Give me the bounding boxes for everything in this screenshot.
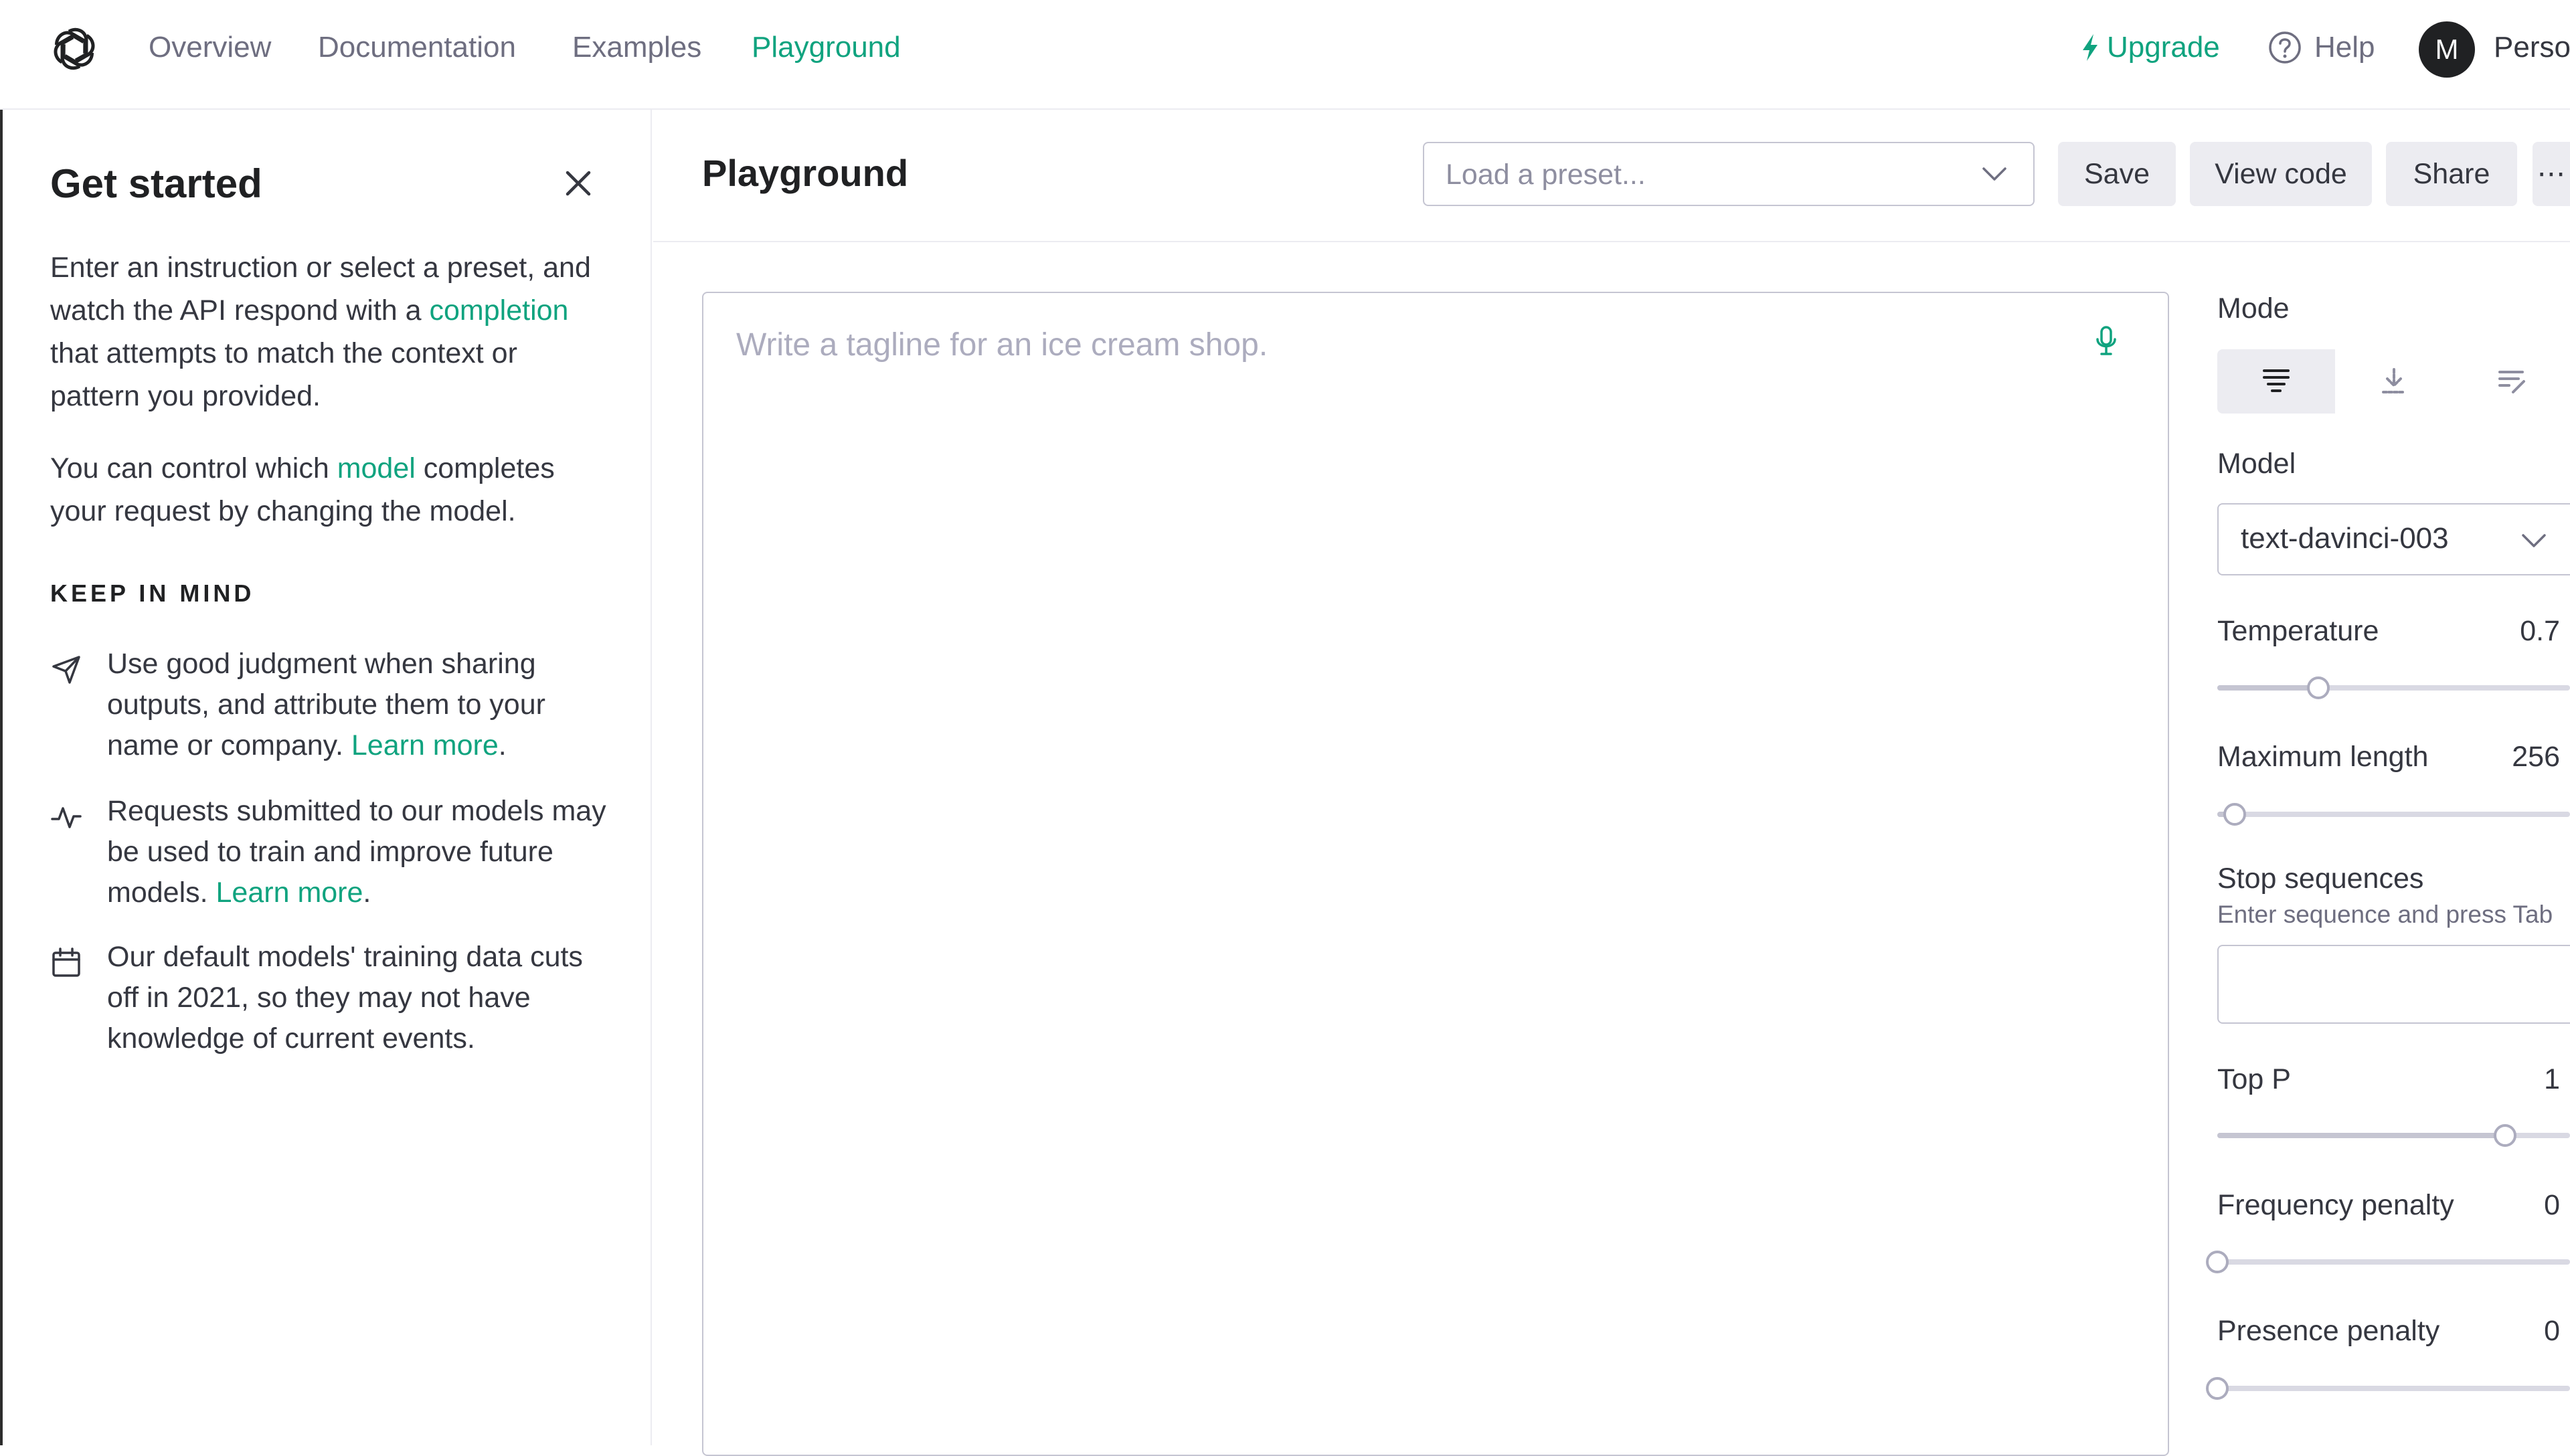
model-paragraph: You can control which model completes yo… bbox=[50, 447, 606, 533]
learn-more-link[interactable]: Learn more bbox=[216, 877, 363, 909]
completion-link[interactable]: completion bbox=[430, 294, 569, 327]
tip-sharing: Use good judgment when sharing outputs, … bbox=[107, 644, 616, 766]
nav-examples[interactable]: Examples bbox=[572, 29, 701, 66]
frequency-penalty-slider[interactable] bbox=[2217, 1259, 2570, 1265]
maximum-length-value[interactable]: 256 bbox=[2476, 739, 2560, 775]
nav-overview[interactable]: Overview bbox=[149, 29, 271, 66]
mode-label: Mode bbox=[2217, 292, 2290, 325]
maximum-length-slider[interactable] bbox=[2217, 812, 2570, 817]
get-started-title: Get started bbox=[50, 161, 262, 206]
frequency-penalty-label: Frequency penalty bbox=[2217, 1189, 2454, 1221]
prompt-textarea[interactable] bbox=[702, 292, 2169, 1456]
share-button[interactable]: Share bbox=[2386, 142, 2517, 206]
chevron-down-icon bbox=[1981, 163, 2008, 183]
presence-penalty-slider[interactable] bbox=[2217, 1386, 2570, 1391]
model-label: Model bbox=[2217, 448, 2296, 480]
activity-icon bbox=[50, 800, 83, 834]
help-label: Help bbox=[2314, 31, 2375, 64]
avatar[interactable]: M bbox=[2419, 21, 2475, 78]
learn-more-link[interactable]: Learn more bbox=[351, 729, 499, 761]
upgrade-label: Upgrade bbox=[2107, 31, 2220, 64]
page-title: Playground bbox=[702, 152, 909, 194]
stop-sequences-input[interactable] bbox=[2217, 945, 2570, 1024]
insert-mode-icon bbox=[2378, 365, 2410, 397]
presence-penalty-label: Presence penalty bbox=[2217, 1315, 2440, 1347]
model-text: You can control which bbox=[50, 452, 337, 484]
save-button[interactable]: Save bbox=[2058, 142, 2176, 206]
microphone-icon[interactable] bbox=[2093, 325, 2120, 358]
prompt-placeholder: Write a tagline for an ice cream shop. bbox=[736, 327, 1268, 363]
preset-placeholder: Load a preset... bbox=[1446, 159, 1646, 191]
tip-suffix: . bbox=[498, 729, 507, 761]
keep-in-mind-heading: KEEP IN MIND bbox=[50, 579, 255, 607]
frequency-penalty-slider-thumb[interactable] bbox=[2206, 1251, 2229, 1273]
intro-text-end: that attempts to match the context or pa… bbox=[50, 337, 517, 412]
send-icon bbox=[50, 653, 83, 687]
stop-sequences-hint: Enter sequence and press Tab bbox=[2217, 901, 2553, 928]
temperature-label: Temperature bbox=[2217, 615, 2379, 647]
header-divider bbox=[653, 241, 2570, 242]
help-circle-icon bbox=[2269, 31, 2301, 64]
help-button[interactable]: Help bbox=[2267, 29, 2375, 66]
nav-documentation[interactable]: Documentation bbox=[318, 29, 516, 66]
top-p-value[interactable]: 1 bbox=[2476, 1061, 2560, 1097]
chevron-down-icon bbox=[2520, 530, 2547, 550]
temperature-value[interactable]: 0.7 bbox=[2476, 613, 2560, 649]
frequency-penalty-value[interactable]: 0 bbox=[2476, 1187, 2560, 1223]
tip-knowledge-cutoff: Our default models' training data cuts o… bbox=[107, 937, 616, 1059]
tip-training: Requests submitted to our models may be … bbox=[107, 791, 616, 913]
top-p-label: Top P bbox=[2217, 1063, 2291, 1095]
presence-penalty-slider-thumb[interactable] bbox=[2206, 1377, 2229, 1400]
temperature-slider-fill bbox=[2217, 685, 2318, 691]
maximum-length-slider-thumb[interactable] bbox=[2223, 803, 2246, 826]
temperature-slider-thumb[interactable] bbox=[2306, 676, 2330, 699]
lightning-icon bbox=[2083, 34, 2097, 61]
model-link[interactable]: model bbox=[337, 452, 416, 484]
presence-penalty-value[interactable]: 0 bbox=[2476, 1313, 2560, 1349]
tip-text: Our default models' training data cuts o… bbox=[107, 941, 583, 1055]
top-p-slider-thumb[interactable] bbox=[2494, 1124, 2516, 1147]
view-code-button[interactable]: View code bbox=[2190, 142, 2372, 206]
stop-sequences-label: Stop sequences bbox=[2217, 862, 2424, 895]
upgrade-button[interactable]: Upgrade bbox=[2080, 29, 2220, 66]
edit-mode-icon bbox=[2496, 365, 2528, 397]
complete-mode-icon bbox=[2260, 365, 2292, 397]
top-p-slider-fill bbox=[2217, 1133, 2505, 1138]
openai-logo-icon[interactable] bbox=[48, 23, 100, 75]
more-options-button[interactable]: ⋯ bbox=[2533, 142, 2570, 206]
maximum-length-label: Maximum length bbox=[2217, 741, 2429, 773]
tip-suffix: . bbox=[363, 877, 371, 909]
nav-playground[interactable]: Playground bbox=[752, 29, 901, 66]
close-icon[interactable] bbox=[562, 167, 594, 199]
calendar-icon bbox=[50, 946, 83, 980]
model-value: text-davinci-003 bbox=[2241, 522, 2449, 555]
organization-name[interactable]: Perso bbox=[2494, 29, 2570, 66]
intro-paragraph: Enter an instruction or select a preset,… bbox=[50, 246, 606, 418]
